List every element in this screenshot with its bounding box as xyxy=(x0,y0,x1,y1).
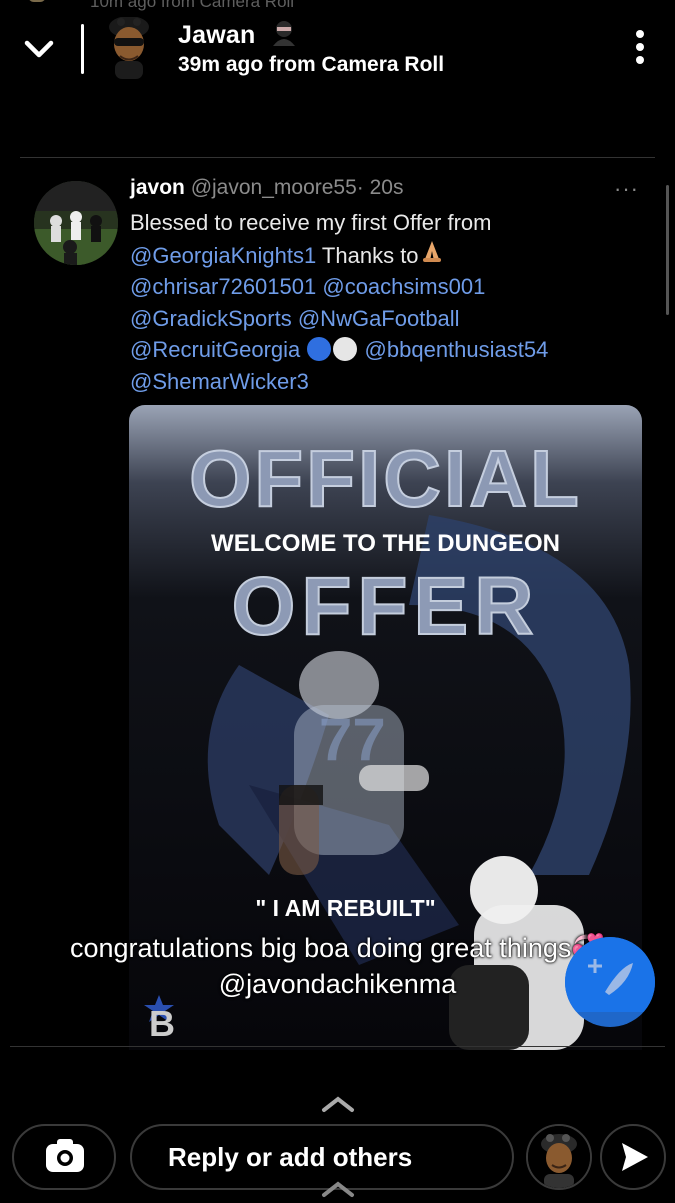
camera-button[interactable] xyxy=(12,1124,116,1190)
card-divider-top xyxy=(20,157,655,158)
mention-link[interactable]: @ShemarWicker3 xyxy=(130,369,309,394)
jersey-number: 77 xyxy=(319,706,386,773)
bitmoji-button[interactable] xyxy=(526,1124,592,1190)
compose-icon[interactable] xyxy=(565,937,655,1027)
camera-icon xyxy=(46,1139,84,1172)
mention-link[interactable]: @RecruitGeorgia xyxy=(130,337,300,362)
media-quote: " I AM REBUILT" xyxy=(255,895,436,921)
mention-link[interactable]: @GradickSports xyxy=(130,306,292,331)
tweet-text-part: Thanks to xyxy=(316,242,419,268)
story-username[interactable]: Jawan xyxy=(178,20,299,53)
chevron-down-icon[interactable] xyxy=(22,34,56,64)
send-button[interactable] xyxy=(600,1124,666,1190)
media-welcome: WELCOME TO THE DUNGEON xyxy=(211,530,560,557)
tweet-time: · 20s xyxy=(356,176,404,199)
kebab-icon[interactable] xyxy=(628,30,652,70)
tweet-display-name[interactable]: javon xyxy=(130,176,185,199)
folded-hands-emoji-icon xyxy=(419,240,445,268)
tweet-author-avatar xyxy=(34,181,118,265)
tweet-more-icon[interactable]: ··· xyxy=(614,176,639,202)
header-divider xyxy=(81,24,84,74)
previous-avatar xyxy=(28,0,46,2)
avatar[interactable] xyxy=(100,16,158,79)
tweet-header: javon @javon_moore55· 20s xyxy=(130,176,403,200)
tweet-text-part: Blessed to receive my first Offer from xyxy=(130,210,492,235)
media-offer: OFFER xyxy=(231,560,540,653)
story-timestamp: 39m ago from Camera Roll xyxy=(178,53,445,76)
previous-story-subtitle: 10m ago from Camera Roll xyxy=(90,0,295,11)
blue-circle-emoji-icon xyxy=(306,337,332,362)
media-logo-letter: B xyxy=(149,1003,175,1044)
send-icon xyxy=(622,1143,648,1171)
tweet-text: Blessed to receive my first Offer from @… xyxy=(130,207,630,397)
tweet-handle[interactable]: @javon_moore55 xyxy=(191,176,357,199)
reply-placeholder: Reply or add others xyxy=(168,1142,413,1172)
white-circle-emoji-icon xyxy=(332,337,358,362)
username-text: Jawan xyxy=(178,21,256,50)
ninja-emoji-icon xyxy=(269,20,299,53)
mention-link[interactable]: @NwGaFootball xyxy=(298,306,460,331)
mention-link[interactable]: @bbqenthusiast54 xyxy=(365,337,549,362)
card-divider-bottom xyxy=(10,1046,665,1047)
mention-link[interactable]: @coachsims001 xyxy=(322,274,485,299)
chevron-up-icon[interactable] xyxy=(320,1095,356,1113)
mention-link[interactable]: @GeorgiaKnights1 xyxy=(130,243,316,268)
media-headline: OFFICIAL xyxy=(188,433,582,524)
scroll-indicator xyxy=(666,185,669,315)
mention-link[interactable]: @chrisar72601501 xyxy=(130,274,316,299)
chevron-up-icon[interactable] xyxy=(320,1180,356,1198)
